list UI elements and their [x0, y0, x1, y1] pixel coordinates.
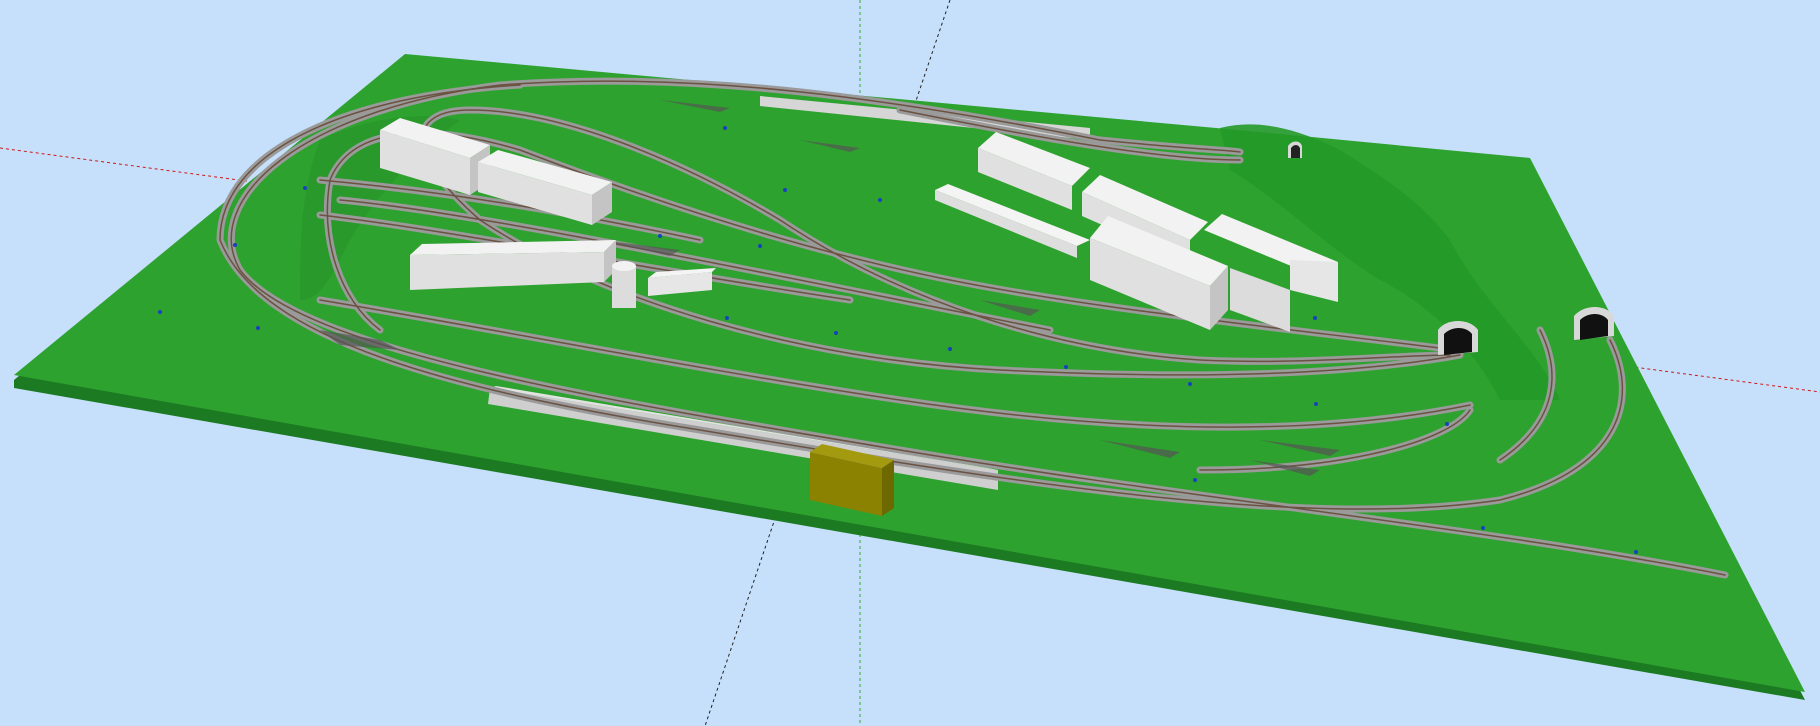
tunnel-portal-small[interactable] [1288, 141, 1302, 159]
tunnel-portal-right[interactable] [1574, 307, 1614, 340]
3d-viewport[interactable] [0, 0, 1820, 726]
scene-svg [0, 0, 1820, 726]
green-baseboard[interactable] [14, 54, 1805, 700]
warehouse-left-3[interactable] [410, 240, 616, 290]
tunnel-portal-center[interactable] [1438, 321, 1478, 355]
silo[interactable] [612, 261, 636, 308]
